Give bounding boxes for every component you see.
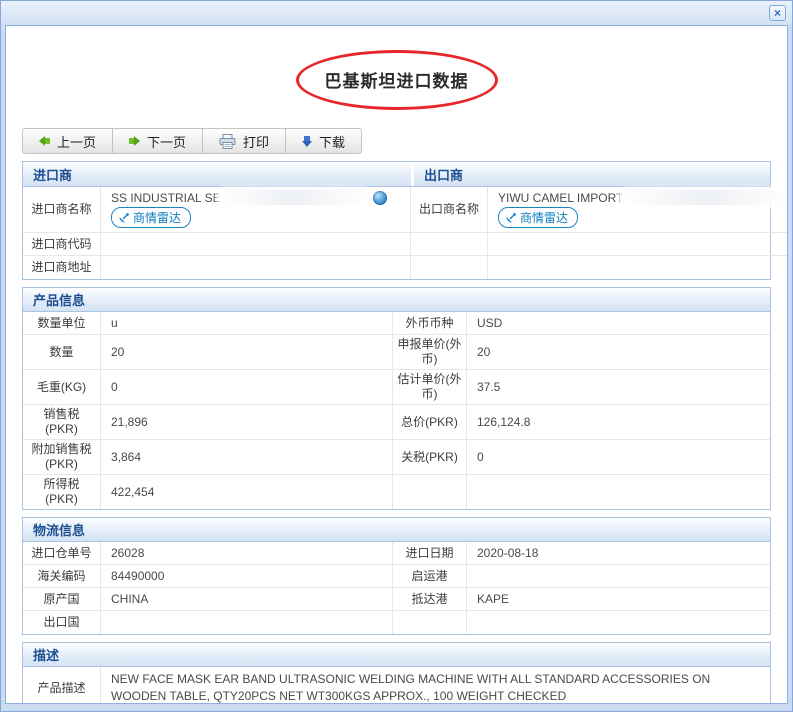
field-value: 84490000 bbox=[101, 565, 393, 588]
field-label: 毛重(KG) bbox=[23, 370, 101, 405]
importer-name-value: SS INDUSTRIAL SE 商情雷达 bbox=[101, 187, 411, 233]
prev-page-button[interactable]: 上一页 bbox=[22, 128, 113, 154]
field-value: USD bbox=[467, 312, 770, 335]
globe-icon[interactable] bbox=[373, 191, 387, 205]
field-value bbox=[101, 611, 393, 634]
field-label: 销售税 (PKR) bbox=[23, 405, 101, 440]
product-description-label: 产品描述 bbox=[23, 667, 101, 704]
field-label: 估计单价(外币) bbox=[393, 370, 467, 405]
importer-address-value bbox=[101, 256, 411, 279]
field-value bbox=[467, 565, 770, 588]
importer-radar-link[interactable]: 商情雷达 bbox=[111, 207, 191, 228]
field-value: 422,454 bbox=[101, 475, 393, 509]
radar-label: 商情雷达 bbox=[520, 209, 568, 226]
description-section: 描述 产品描述 NEW FACE MASK EAR BAND ULTRASONI… bbox=[22, 642, 771, 704]
title-area: 巴基斯坦进口数据 bbox=[22, 50, 771, 116]
print-label: 打印 bbox=[243, 132, 269, 151]
field-label: 进口日期 bbox=[393, 542, 467, 565]
field-value: u bbox=[101, 312, 393, 335]
exporter-name-text: YIWU CAMEL IMPORT bbox=[498, 191, 623, 205]
logistics-section-header: 物流信息 bbox=[23, 518, 770, 542]
redacted-area bbox=[219, 190, 369, 205]
importer-code-label: 进口商代码 bbox=[23, 233, 101, 256]
field-label: 关税(PKR) bbox=[393, 440, 467, 475]
radar-icon bbox=[505, 212, 517, 224]
field-label: 启运港 bbox=[393, 565, 467, 588]
arrow-right-icon bbox=[129, 136, 140, 146]
importer-name-text: SS INDUSTRIAL SE bbox=[111, 191, 221, 205]
field-label: 海关编码 bbox=[23, 565, 101, 588]
empty-value-cell bbox=[488, 256, 788, 279]
empty-value-cell bbox=[488, 233, 788, 256]
field-value: 26028 bbox=[101, 542, 393, 565]
close-icon[interactable]: × bbox=[769, 5, 786, 21]
importer-name-label: 进口商名称 bbox=[23, 187, 101, 233]
next-page-label: 下一页 bbox=[147, 132, 186, 151]
logistics-info-section: 物流信息 进口仓单号 26028 进口日期 2020-08-18 海关编码 84… bbox=[22, 517, 771, 635]
product-section-header: 产品信息 bbox=[23, 288, 770, 312]
download-button[interactable]: 下载 bbox=[285, 128, 362, 154]
field-label: 数量 bbox=[23, 335, 101, 370]
exporter-radar-link[interactable]: 商情雷达 bbox=[498, 207, 578, 228]
download-label: 下载 bbox=[319, 132, 345, 151]
field-label bbox=[393, 475, 467, 509]
field-value: 0 bbox=[101, 370, 393, 405]
importer-address-label: 进口商地址 bbox=[23, 256, 101, 279]
importer-section-header: 进口商 bbox=[23, 162, 411, 186]
page-title: 巴基斯坦进口数据 bbox=[325, 72, 469, 91]
field-label: 外币币种 bbox=[393, 312, 467, 335]
field-value: CHINA bbox=[101, 588, 393, 611]
dialog-content: 巴基斯坦进口数据 上一页 下一页 bbox=[5, 25, 788, 704]
print-button[interactable]: 打印 bbox=[202, 128, 286, 154]
red-ellipse-annotation: 巴基斯坦进口数据 bbox=[296, 50, 498, 110]
dialog-titlebar: × bbox=[1, 1, 792, 25]
empty-label-cell bbox=[411, 256, 488, 279]
field-label: 数量单位 bbox=[23, 312, 101, 335]
field-value: 37.5 bbox=[467, 370, 770, 405]
field-label: 进口仓单号 bbox=[23, 542, 101, 565]
importer-exporter-section: 进口商 出口商 进口商名称 SS INDUSTRIAL SE bbox=[22, 161, 771, 280]
field-value: 20 bbox=[101, 335, 393, 370]
printer-icon bbox=[219, 134, 236, 149]
field-value bbox=[467, 475, 770, 509]
next-page-button[interactable]: 下一页 bbox=[112, 128, 203, 154]
field-label: 附加销售税 (PKR) bbox=[23, 440, 101, 475]
field-value: 21,896 bbox=[101, 405, 393, 440]
field-label bbox=[393, 611, 467, 634]
redacted-area bbox=[621, 190, 788, 205]
product-info-section: 产品信息 数量单位 u 外币币种 USD 数量 20 申报单价(外币) 20 毛… bbox=[22, 287, 771, 510]
empty-label-cell bbox=[411, 233, 488, 256]
arrow-left-icon bbox=[39, 136, 50, 146]
product-description-value: NEW FACE MASK EAR BAND ULTRASONIC WELDIN… bbox=[101, 667, 770, 704]
exporter-name-value: YIWU CAMEL IMPORT 商情雷达 bbox=[488, 187, 788, 233]
field-label: 所得税 (PKR) bbox=[23, 475, 101, 509]
field-value bbox=[467, 611, 770, 634]
field-value: 0 bbox=[467, 440, 770, 475]
prev-page-label: 上一页 bbox=[57, 132, 96, 151]
importer-exporter-headers: 进口商 出口商 bbox=[23, 162, 770, 187]
field-value: 126,124.8 bbox=[467, 405, 770, 440]
description-section-header: 描述 bbox=[23, 643, 770, 667]
field-label: 原产国 bbox=[23, 588, 101, 611]
field-label: 总价(PKR) bbox=[393, 405, 467, 440]
field-label: 申报单价(外币) bbox=[393, 335, 467, 370]
field-value: KAPE bbox=[467, 588, 770, 611]
dialog-window: × 巴基斯坦进口数据 上一页 下一页 bbox=[0, 0, 793, 712]
radar-label: 商情雷达 bbox=[133, 209, 181, 226]
field-value: 20 bbox=[467, 335, 770, 370]
field-label: 抵达港 bbox=[393, 588, 467, 611]
importer-code-value bbox=[101, 233, 411, 256]
arrow-down-icon bbox=[302, 136, 312, 147]
exporter-section-header: 出口商 bbox=[414, 162, 770, 186]
toolbar: 上一页 下一页 打印 bbox=[22, 128, 771, 154]
radar-icon bbox=[118, 212, 130, 224]
field-label: 出口国 bbox=[23, 611, 101, 634]
exporter-name-label: 出口商名称 bbox=[411, 187, 488, 233]
field-value: 3,864 bbox=[101, 440, 393, 475]
field-value: 2020-08-18 bbox=[467, 542, 770, 565]
